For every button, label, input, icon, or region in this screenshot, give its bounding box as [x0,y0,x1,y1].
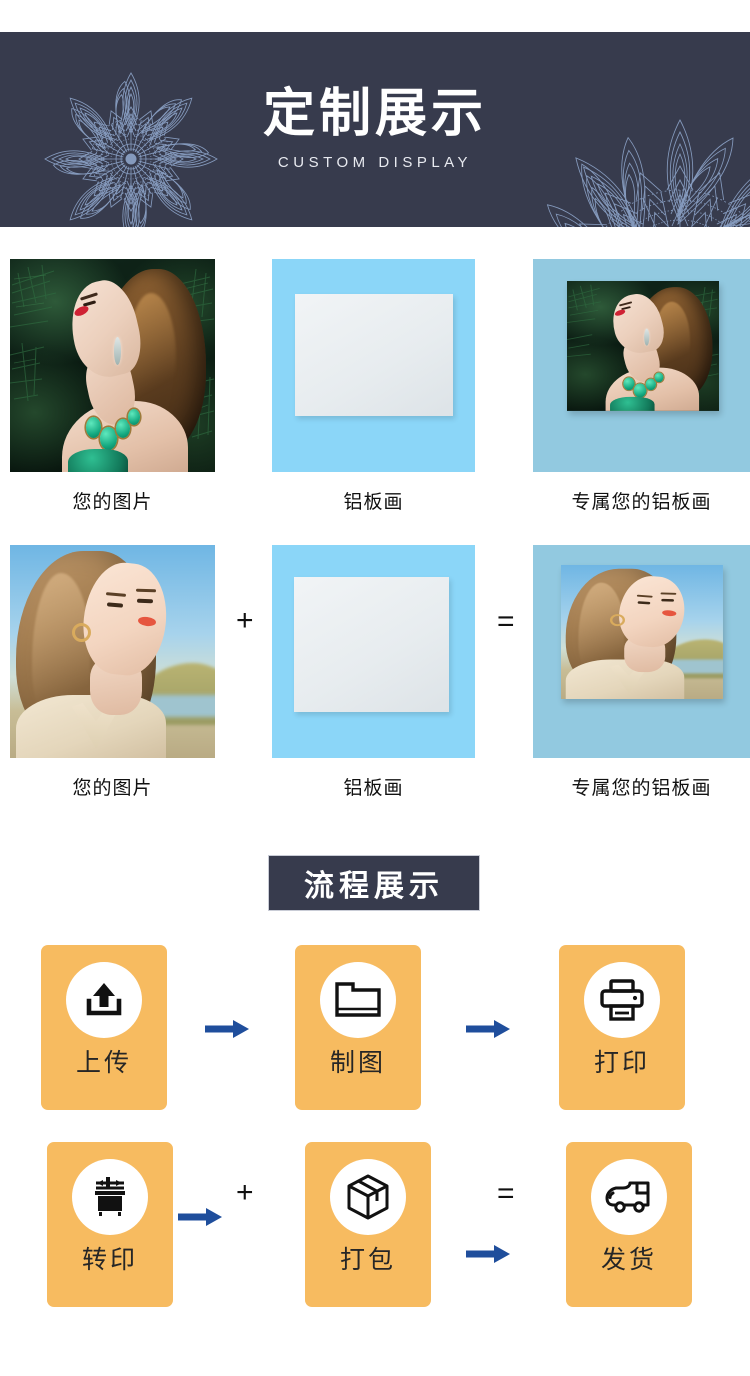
process-step-upload[interactable]: 上传 [41,945,167,1110]
result-image-cell-1: 专属您的铝板画 [533,259,750,513]
heat-press-icon-circle [72,1159,148,1235]
source-photo-2 [10,545,215,758]
aluminum-plate-1 [272,259,475,472]
result-caption-2: 专属您的铝板画 [571,778,712,799]
process-step-label: 制图 [329,1049,386,1077]
banner-title: 定制展示 [262,85,487,143]
result-plate-1 [533,259,750,472]
upload-icon [86,983,122,1016]
plus-operator-2: + [236,1176,254,1209]
process-step-label: 发货 [600,1246,657,1274]
product-caption-1: 铝板画 [343,492,404,513]
process-section-title: 流程展示 [268,855,480,911]
aluminum-plate-2 [272,545,475,758]
product-image-cell-1: 铝板画 [272,259,475,513]
equals-operator-1: = [497,605,515,638]
process-step-transfer[interactable]: 转印 [47,1142,173,1307]
source-caption-2: 您的图片 [72,778,153,799]
plus-operator-1: + [236,604,254,637]
source-image-cell-1: 您的图片 [10,259,215,513]
equals-operator-2: = [497,1177,515,1210]
result-caption-1: 专属您的铝板画 [571,492,712,513]
process-step-label: 打包 [339,1246,396,1274]
process-title-text: 流程展示 [304,870,444,903]
source-image-cell-2: 您的图片 [10,545,215,799]
arrow-right-icon [466,1245,510,1263]
product-caption-2: 铝板画 [343,778,404,799]
process-step-print[interactable]: 打印 [559,945,685,1110]
printer-icon-circle [584,962,660,1038]
product-image-cell-2: 铝板画 [272,545,475,799]
folder-icon [335,982,381,1017]
result-plate-2 [533,545,750,758]
process-step-label: 打印 [593,1049,650,1077]
arrow-right-icon [205,1020,249,1038]
header-banner: 定制展示 CUSTOM DISPLAY [0,32,750,227]
process-step-ship[interactable]: 发货 [566,1142,692,1307]
box-icon [347,1174,389,1220]
source-caption-1: 您的图片 [72,492,153,513]
delivery-truck-icon [605,1181,650,1213]
upload-icon-circle [66,962,142,1038]
source-photo-1 [10,259,215,472]
arrow-right-icon [466,1020,510,1038]
folder-icon-circle [320,962,396,1038]
printer-icon [600,979,644,1021]
process-step-label: 上传 [75,1049,132,1077]
process-step-design[interactable]: 制图 [295,945,421,1110]
process-step-package[interactable]: 打包 [305,1142,431,1307]
delivery-truck-icon-circle [591,1159,667,1235]
heat-press-icon [95,1177,125,1216]
box-icon-circle [330,1159,406,1235]
result-image-cell-2: 专属您的铝板画 [533,545,750,799]
banner-subtitle: CUSTOM DISPLAY [277,154,473,172]
arrow-right-icon [178,1208,222,1226]
process-step-label: 转印 [81,1246,138,1274]
